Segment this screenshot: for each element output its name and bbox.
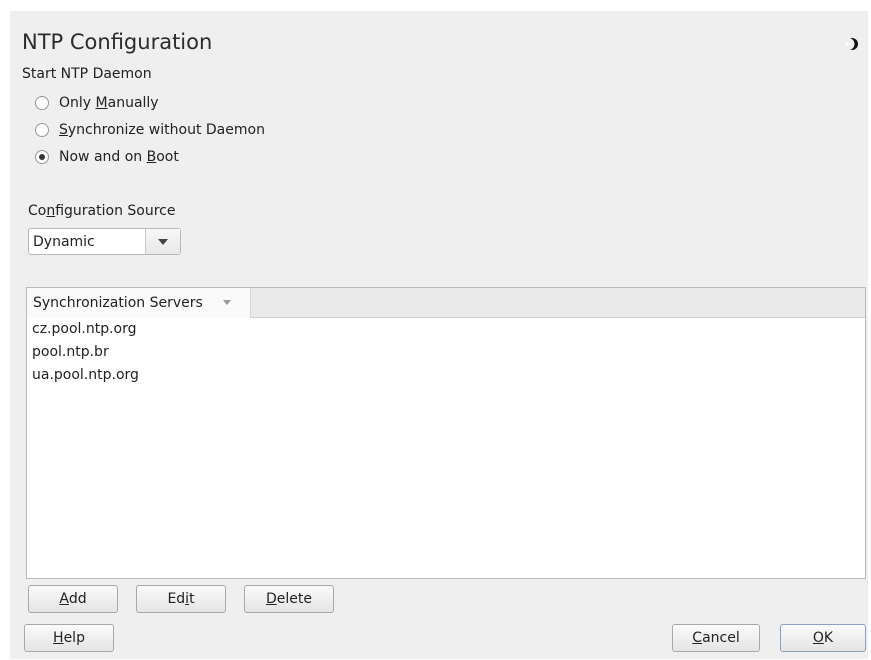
sort-down-icon <box>222 300 231 305</box>
ok-button[interactable]: OK <box>780 624 866 652</box>
ntp-config-dialog: NTP Configuration Start NTP Daemon Only … <box>10 11 868 659</box>
column-header-label: Synchronization Servers <box>33 294 203 311</box>
table-row[interactable]: cz.pool.ntp.org <box>27 318 865 341</box>
combobox-value: Dynamic <box>33 233 95 250</box>
servers-table[interactable]: Synchronization Servers cz.pool.ntp.org … <box>26 287 866 579</box>
config-source-label: Configuration Source <box>28 203 176 219</box>
table-row[interactable]: pool.ntp.br <box>27 341 865 364</box>
config-source-combobox[interactable]: Dynamic <box>28 228 181 255</box>
radio-synchronize-without-daemon[interactable]: Synchronize without Daemon <box>35 120 265 140</box>
radio-label: Synchronize without Daemon <box>59 122 265 138</box>
cancel-button[interactable]: Cancel <box>672 624 760 652</box>
radio-now-and-on-boot[interactable]: Now and on Boot <box>35 147 179 167</box>
radio-label: Only Manually <box>59 95 159 111</box>
radio-button-icon[interactable] <box>35 123 49 137</box>
radio-button-selected-icon[interactable] <box>35 150 49 164</box>
dropdown-button[interactable] <box>145 229 180 254</box>
start-daemon-label: Start NTP Daemon <box>22 66 152 82</box>
radio-button-icon[interactable] <box>35 96 49 110</box>
dialog-title: NTP Configuration <box>22 30 213 54</box>
delete-button[interactable]: Delete <box>244 585 334 613</box>
help-button[interactable]: Help <box>24 624 114 652</box>
column-header-servers[interactable]: Synchronization Servers <box>27 287 251 318</box>
edit-button[interactable]: Ed i t <box>136 585 226 613</box>
contrast-moon-icon <box>842 38 858 50</box>
radio-label: Now and on Boot <box>59 149 179 165</box>
radio-only-manually[interactable]: Only Manually <box>35 93 159 113</box>
table-header: Synchronization Servers <box>27 287 865 318</box>
chevron-down-icon <box>158 238 168 245</box>
table-row[interactable]: ua.pool.ntp.org <box>27 364 865 387</box>
add-button[interactable]: Add <box>28 585 118 613</box>
